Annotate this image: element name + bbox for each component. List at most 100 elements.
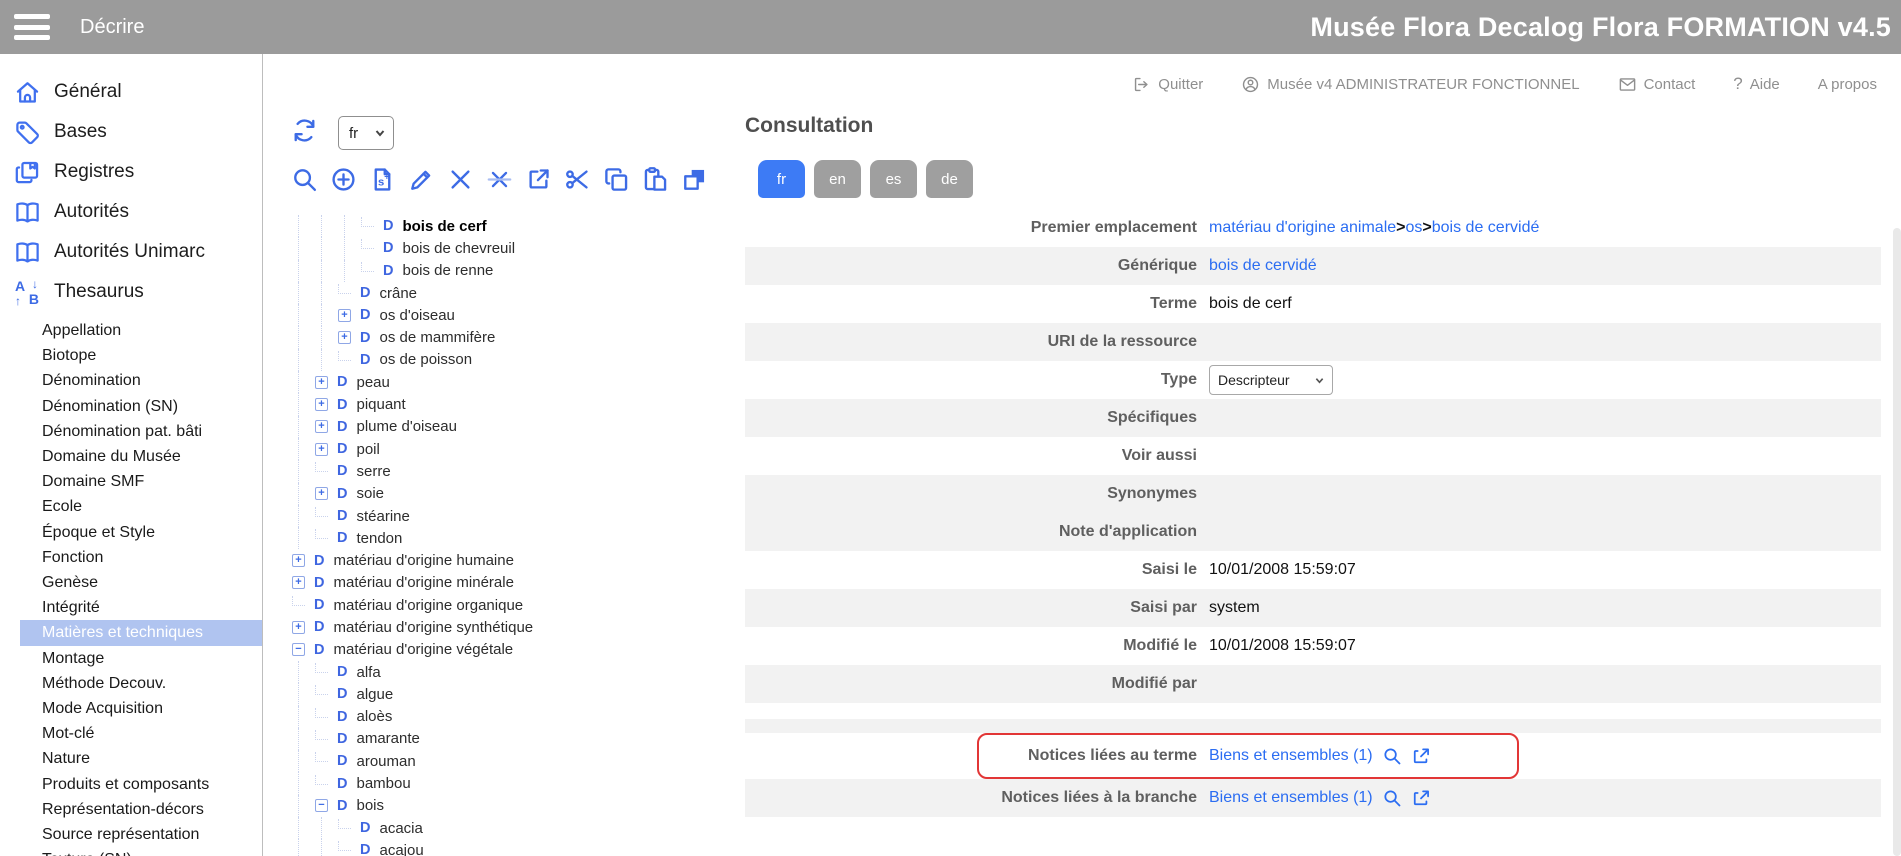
- tree-node-label[interactable]: tendon: [356, 530, 402, 547]
- thesaurus-item[interactable]: Fonction: [0, 545, 262, 570]
- vertical-scrollbar[interactable]: [1893, 228, 1901, 856]
- help-link[interactable]: ? Aide: [1733, 74, 1780, 94]
- thesaurus-item[interactable]: Texture (SN): [0, 847, 262, 856]
- tree-node-label[interactable]: crâne: [379, 285, 417, 302]
- expand-icon[interactable]: +: [338, 331, 351, 344]
- tree-node-label[interactable]: algue: [356, 686, 393, 703]
- term-link[interactable]: bois de cervidé: [1209, 257, 1317, 275]
- hamburger-menu-icon[interactable]: [14, 14, 50, 40]
- expand-icon[interactable]: +: [315, 376, 328, 389]
- add-specific-term-icon[interactable]: s+: [369, 166, 396, 198]
- duplicate-icon[interactable]: [681, 166, 708, 198]
- tree-node-label[interactable]: matériau d'origine organique: [333, 597, 523, 614]
- tree-node-label[interactable]: bois: [356, 797, 384, 814]
- tree-node-label[interactable]: poil: [356, 441, 379, 458]
- thesaurus-item[interactable]: Domaine SMF: [0, 469, 262, 494]
- tree-node-label[interactable]: matériau d'origine humaine: [333, 552, 513, 569]
- tree-node-label[interactable]: bois de chevreuil: [402, 240, 515, 257]
- thesaurus-item[interactable]: Ecole: [0, 494, 262, 519]
- tree-node-label[interactable]: peau: [356, 374, 389, 391]
- tree-node-label[interactable]: alfa: [356, 664, 380, 681]
- add-circle-icon[interactable]: [330, 166, 357, 198]
- thesaurus-item[interactable]: Matières et techniques: [20, 620, 262, 645]
- thesaurus-item[interactable]: Méthode Decouv.: [0, 671, 262, 696]
- tree-node-label[interactable]: soie: [356, 485, 384, 502]
- tree-node-label[interactable]: bambou: [356, 775, 410, 792]
- about-link[interactable]: A propos: [1818, 76, 1877, 93]
- tree-node-label[interactable]: arouman: [356, 753, 415, 770]
- delete-icon[interactable]: [447, 166, 474, 198]
- tree-node-label[interactable]: bois de renne: [402, 262, 493, 279]
- breadcrumb-link[interactable]: os: [1406, 219, 1423, 237]
- tab-de[interactable]: de: [926, 160, 973, 198]
- tree-node-label[interactable]: aloès: [356, 708, 392, 725]
- tree-node-label[interactable]: os de poisson: [379, 351, 472, 368]
- tree-node-label[interactable]: plume d'oiseau: [356, 418, 456, 435]
- thesaurus-item[interactable]: Biotope: [0, 343, 262, 368]
- thesaurus-item[interactable]: Dénomination (SN): [0, 394, 262, 419]
- tree-node-label[interactable]: matériau d'origine synthétique: [333, 619, 533, 636]
- tree-node-label[interactable]: amarante: [356, 730, 419, 747]
- open-in-window-icon[interactable]: [1411, 746, 1431, 766]
- breadcrumb-link[interactable]: bois de cervidé: [1432, 219, 1540, 237]
- expand-icon[interactable]: +: [292, 621, 305, 634]
- expand-icon[interactable]: +: [315, 420, 328, 433]
- thesaurus-item[interactable]: Domaine du Musée: [0, 444, 262, 469]
- sidebar-item-registres[interactable]: Registres: [0, 152, 262, 192]
- thesaurus-item[interactable]: Représentation-décors: [0, 797, 262, 822]
- tree-language-select[interactable]: fr: [338, 116, 394, 150]
- thesaurus-item[interactable]: Produits et composants: [0, 772, 262, 797]
- expand-icon[interactable]: +: [315, 398, 328, 411]
- notices-link[interactable]: Biens et ensembles (1): [1209, 747, 1373, 765]
- search-icon[interactable]: [1382, 788, 1402, 808]
- sidebar-item-autorites-unimarc[interactable]: Autorités Unimarc: [0, 232, 262, 272]
- search-icon[interactable]: [291, 166, 318, 198]
- open-in-window-icon[interactable]: [1411, 788, 1431, 808]
- thesaurus-item[interactable]: Nature: [0, 746, 262, 771]
- tab-en[interactable]: en: [814, 160, 861, 198]
- tree-node-label[interactable]: piquant: [356, 396, 405, 413]
- expand-icon[interactable]: +: [292, 576, 305, 589]
- edit-icon[interactable]: [408, 166, 435, 198]
- contact-link[interactable]: Contact: [1618, 75, 1696, 94]
- tree-node-label[interactable]: matériau d'origine végétale: [333, 641, 513, 658]
- breadcrumb-link[interactable]: matériau d'origine animale: [1209, 219, 1396, 237]
- copy-icon[interactable]: [603, 166, 630, 198]
- sidebar-item-thesaurus[interactable]: A↓↑BThesaurus: [0, 272, 262, 312]
- sidebar-item-bases[interactable]: Bases: [0, 112, 262, 152]
- tab-es[interactable]: es: [870, 160, 917, 198]
- expand-icon[interactable]: +: [315, 487, 328, 500]
- thesaurus-item[interactable]: Mode Acquisition: [0, 696, 262, 721]
- expand-icon[interactable]: +: [338, 309, 351, 322]
- thesaurus-item[interactable]: Appellation: [0, 318, 262, 343]
- thesaurus-item[interactable]: Époque et Style: [0, 520, 262, 545]
- tab-fr[interactable]: fr: [758, 160, 805, 198]
- tree-node-label[interactable]: os d'oiseau: [379, 307, 454, 324]
- tree-node-label[interactable]: bois de cerf: [402, 218, 486, 235]
- sidebar-item-general[interactable]: Général: [0, 72, 262, 112]
- thesaurus-item[interactable]: Intégrité: [0, 595, 262, 620]
- search-icon[interactable]: [1382, 746, 1402, 766]
- collapse-icon[interactable]: −: [292, 643, 305, 656]
- notices-link[interactable]: Biens et ensembles (1): [1209, 789, 1373, 807]
- sidebar-item-autorites[interactable]: Autorités: [0, 192, 262, 232]
- tree-node-label[interactable]: os de mammifère: [379, 329, 495, 346]
- thesaurus-item[interactable]: Source représentation: [0, 822, 262, 847]
- paste-icon[interactable]: [642, 166, 669, 198]
- thesaurus-item[interactable]: Genèse: [0, 570, 262, 595]
- thesaurus-item[interactable]: Montage: [0, 646, 262, 671]
- thesaurus-item[interactable]: Dénomination: [0, 368, 262, 393]
- thesaurus-item[interactable]: Mot-clé: [0, 721, 262, 746]
- tree-node-label[interactable]: serre: [356, 463, 390, 480]
- type-select[interactable]: Descripteur: [1209, 365, 1333, 395]
- tree-node-label[interactable]: matériau d'origine minérale: [333, 574, 513, 591]
- expand-icon[interactable]: +: [292, 554, 305, 567]
- quit-button[interactable]: Quitter: [1132, 75, 1203, 94]
- refresh-icon[interactable]: [291, 117, 318, 149]
- tree-node-label[interactable]: acacia: [379, 820, 422, 837]
- delete-branch-icon[interactable]: [486, 166, 513, 198]
- tree-node-label[interactable]: stéarine: [356, 508, 409, 525]
- thesaurus-item[interactable]: Dénomination pat. bâti: [0, 419, 262, 444]
- tree-node-label[interactable]: acajou: [379, 842, 423, 856]
- collapse-icon[interactable]: −: [315, 799, 328, 812]
